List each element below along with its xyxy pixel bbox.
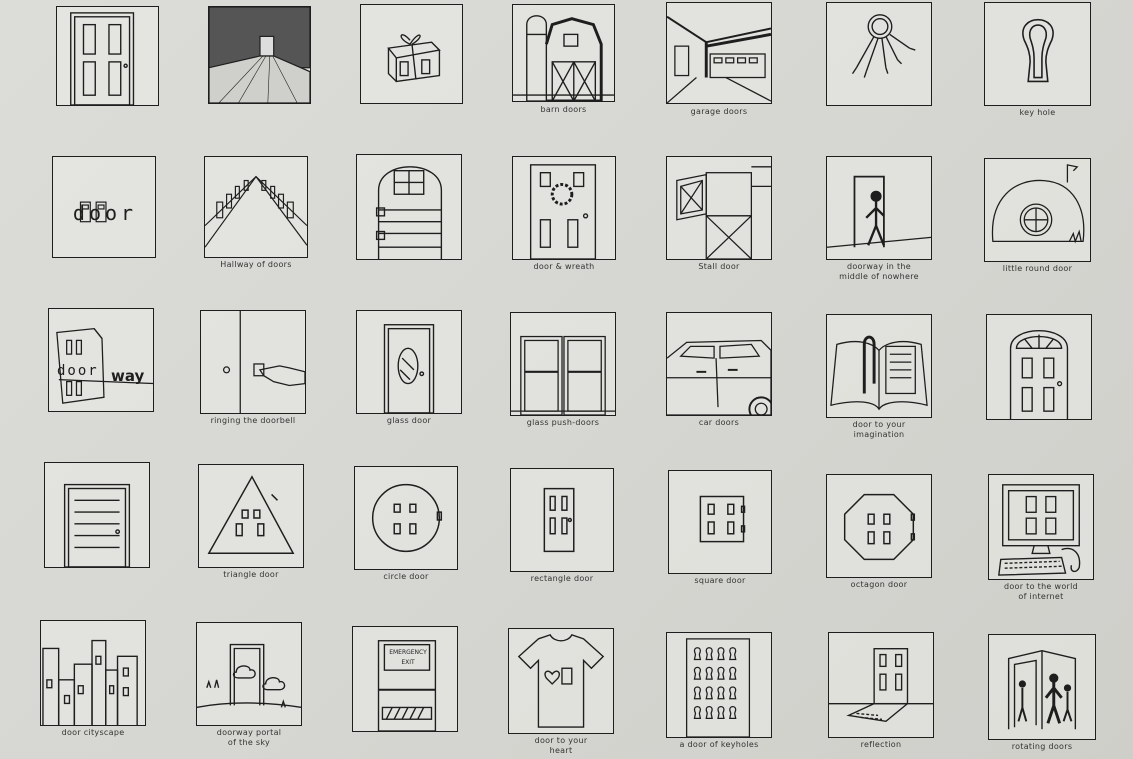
caption: rotating doors (1011, 742, 1073, 751)
caption: barn doors (540, 105, 587, 114)
caption: glass push-doors (526, 418, 600, 427)
caption: Stall door (698, 262, 740, 271)
caption: key hole (1019, 108, 1056, 117)
caption: a door of keyholes (679, 740, 759, 749)
caption: garage doors (690, 107, 748, 116)
way-suffix-text: way (111, 367, 145, 385)
caption: triangle door (223, 570, 279, 579)
caption: glass door (386, 416, 432, 425)
sketch-sheet: barn doors garage doors key hole door Ha… (0, 0, 1133, 759)
door-word-text: door (72, 201, 138, 225)
emergency-line-1: EMERGENCY (389, 649, 427, 656)
caption: reflection (860, 740, 902, 749)
emergency-line-2: EXIT (401, 659, 415, 666)
caption: ringing the doorbell (210, 416, 296, 425)
door-prefix-text: door (57, 363, 99, 379)
caption: octagon door (850, 580, 908, 589)
caption: rectangle door (530, 574, 594, 583)
caption: door & wreath (533, 262, 595, 271)
caption: square door (694, 576, 746, 585)
caption: door to your heart (534, 736, 588, 755)
caption: circle door (383, 572, 429, 581)
caption: door cityscape (61, 728, 125, 737)
caption: door to the world of internet (1003, 582, 1079, 601)
caption: doorway in the middle of nowhere (839, 262, 919, 281)
caption: car doors (698, 418, 740, 427)
caption: door to your imagination (852, 420, 906, 439)
caption: Hallway of doors (220, 260, 292, 269)
caption: little round door (1002, 264, 1073, 273)
caption: doorway portal of the sky (216, 728, 282, 747)
